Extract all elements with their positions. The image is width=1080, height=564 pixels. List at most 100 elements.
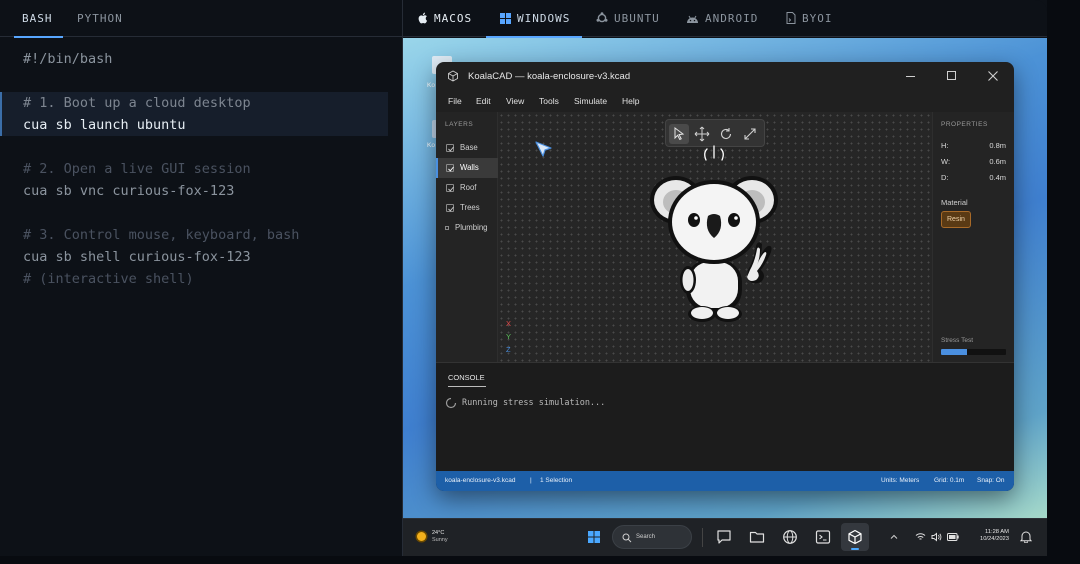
design-canvas[interactable]: X Y Z <box>498 112 932 362</box>
chat-icon[interactable] <box>716 529 732 545</box>
tab-byoi[interactable]: BYOI <box>786 0 833 37</box>
stress-test-label: Stress Test <box>941 337 974 344</box>
koalacad-taskbar-button[interactable] <box>841 523 869 551</box>
code-shebang: #!/bin/bash <box>23 51 113 67</box>
layer-label: Roof <box>460 183 477 192</box>
stress-progress-bar <box>941 349 1006 355</box>
taskbar-search[interactable]: Search <box>612 525 692 549</box>
layer-trees[interactable]: Trees <box>436 198 498 218</box>
layer-plumbing[interactable]: Plumbing <box>436 218 498 238</box>
scale-icon[interactable] <box>741 125 759 143</box>
tab-bash[interactable]: BASH <box>14 0 62 38</box>
desktop-icon-label: Ko <box>427 142 435 149</box>
menu-view[interactable]: View <box>506 96 524 106</box>
layer-label: Walls <box>460 163 479 172</box>
code-block[interactable]: #!/bin/bash # 1. Boot up a cloud desktop… <box>0 48 403 290</box>
checkbox-checked[interactable] <box>446 144 454 152</box>
android-icon <box>687 15 698 23</box>
tab-label: BYOI <box>802 12 833 25</box>
tab-ubuntu[interactable]: UBUNTU <box>596 0 660 37</box>
weather-desc: Sunny <box>432 537 448 543</box>
layer-roof[interactable]: Roof <box>436 178 498 198</box>
cursor-icon <box>674 127 685 141</box>
layer-base[interactable]: Base <box>436 138 498 158</box>
status-selection: 1 Selection <box>540 477 573 484</box>
cube-icon <box>848 529 862 545</box>
status-file: koala-enclosure-v3.kcad <box>445 477 516 484</box>
code-command: cua sb launch ubuntu <box>23 117 186 133</box>
language-tabs: BASH PYTHON <box>0 0 403 38</box>
folder-icon[interactable] <box>749 529 765 545</box>
tab-label: ANDROID <box>705 12 759 25</box>
tab-python[interactable]: PYTHON <box>77 0 123 37</box>
apple-icon <box>418 12 428 24</box>
cube-icon <box>448 70 458 82</box>
menu-simulate[interactable]: Simulate <box>574 96 607 106</box>
wifi-icon[interactable] <box>915 532 926 542</box>
start-windows-icon[interactable] <box>588 531 600 543</box>
material-label: Material <box>941 198 968 207</box>
os-tabs: MACOS WINDOWS UBUNTU ANDROID BYOI <box>403 0 1047 38</box>
menu-file[interactable]: File <box>448 96 462 106</box>
prop-value: 0.8m <box>989 141 1006 150</box>
terminal-icon[interactable] <box>815 529 831 545</box>
menu-tools[interactable]: Tools <box>539 96 559 106</box>
weather-temp: 24°C <box>432 530 445 536</box>
properties-panel: PROPERTIES H: 0.8m W: 0.6m D: 0.4m Mater… <box>932 112 1014 362</box>
notification-bell-icon[interactable] <box>1020 530 1032 543</box>
desktop-icon-label: Ko <box>427 82 435 89</box>
axis-x-label: X <box>506 319 512 328</box>
tab-windows[interactable]: WINDOWS <box>485 0 583 38</box>
code-comment: # 3. Control mouse, keyboard, bash <box>23 227 300 243</box>
layer-label: Trees <box>460 203 480 212</box>
tab-android[interactable]: ANDROID <box>686 0 758 37</box>
status-separator: | <box>530 477 532 484</box>
close-icon <box>988 71 998 81</box>
minimize-button[interactable] <box>903 68 919 84</box>
material-badge[interactable]: Resin <box>941 211 971 228</box>
select-tool-button[interactable] <box>669 124 689 144</box>
tab-label: MACOS <box>434 12 473 25</box>
status-bar: koala-enclosure-v3.kcad | 1 Selection Un… <box>436 471 1014 491</box>
prop-value: 0.4m <box>989 173 1006 182</box>
battery-icon[interactable] <box>947 533 959 541</box>
move-icon[interactable] <box>693 125 711 143</box>
taskbar-divider <box>702 528 703 547</box>
clock-date: 10/24/2023 <box>979 536 1009 542</box>
chevron-up-icon[interactable] <box>890 533 898 541</box>
console-message: Running stress simulation... <box>462 398 606 408</box>
prop-key: H: <box>941 141 949 150</box>
checkbox-checked[interactable] <box>446 164 454 172</box>
maximize-button[interactable] <box>944 68 960 84</box>
checkbox-checked[interactable] <box>446 184 454 192</box>
tab-macos[interactable]: MACOS <box>417 0 472 37</box>
bottom-strip <box>0 556 1080 564</box>
checkbox-checked[interactable] <box>446 204 454 212</box>
search-label: Search <box>636 534 656 540</box>
mouse-cursor-icon <box>535 141 552 157</box>
checkbox-unchecked[interactable] <box>445 226 449 230</box>
layer-walls[interactable]: Walls <box>436 158 498 178</box>
code-command: cua sb shell curious-fox-123 <box>23 249 251 265</box>
close-button[interactable] <box>985 68 1001 84</box>
globe-icon[interactable] <box>782 529 798 545</box>
prop-value: 0.6m <box>989 157 1006 166</box>
code-command: cua sb vnc curious-fox-123 <box>23 183 235 199</box>
volume-icon[interactable] <box>931 532 942 542</box>
highlighted-step: # 1. Boot up a cloud desktop cua sb laun… <box>0 92 388 136</box>
clock[interactable]: 11:28 AM 10/24/2023 <box>969 529 1009 542</box>
status-snap: Snap: On <box>977 477 1005 484</box>
menu-edit[interactable]: Edit <box>476 96 491 106</box>
loading-spinner-icon <box>445 397 457 409</box>
windows-icon <box>500 13 511 24</box>
status-grid: Grid: 0.1m <box>934 477 965 484</box>
sun-icon <box>417 532 426 541</box>
console-tab[interactable]: CONSOLE <box>448 373 485 382</box>
menu-help[interactable]: Help <box>622 96 639 106</box>
layer-label: Plumbing <box>455 223 488 232</box>
code-panel: BASH PYTHON #!/bin/bash # 1. Boot up a c… <box>0 0 403 556</box>
menu-bar: File Edit View Tools Simulate Help <box>436 90 1014 112</box>
file-icon <box>786 12 796 24</box>
rotate-icon[interactable] <box>717 125 735 143</box>
window-titlebar[interactable]: KoalaCAD — koala-enclosure-v3.kcad <box>436 62 1014 90</box>
